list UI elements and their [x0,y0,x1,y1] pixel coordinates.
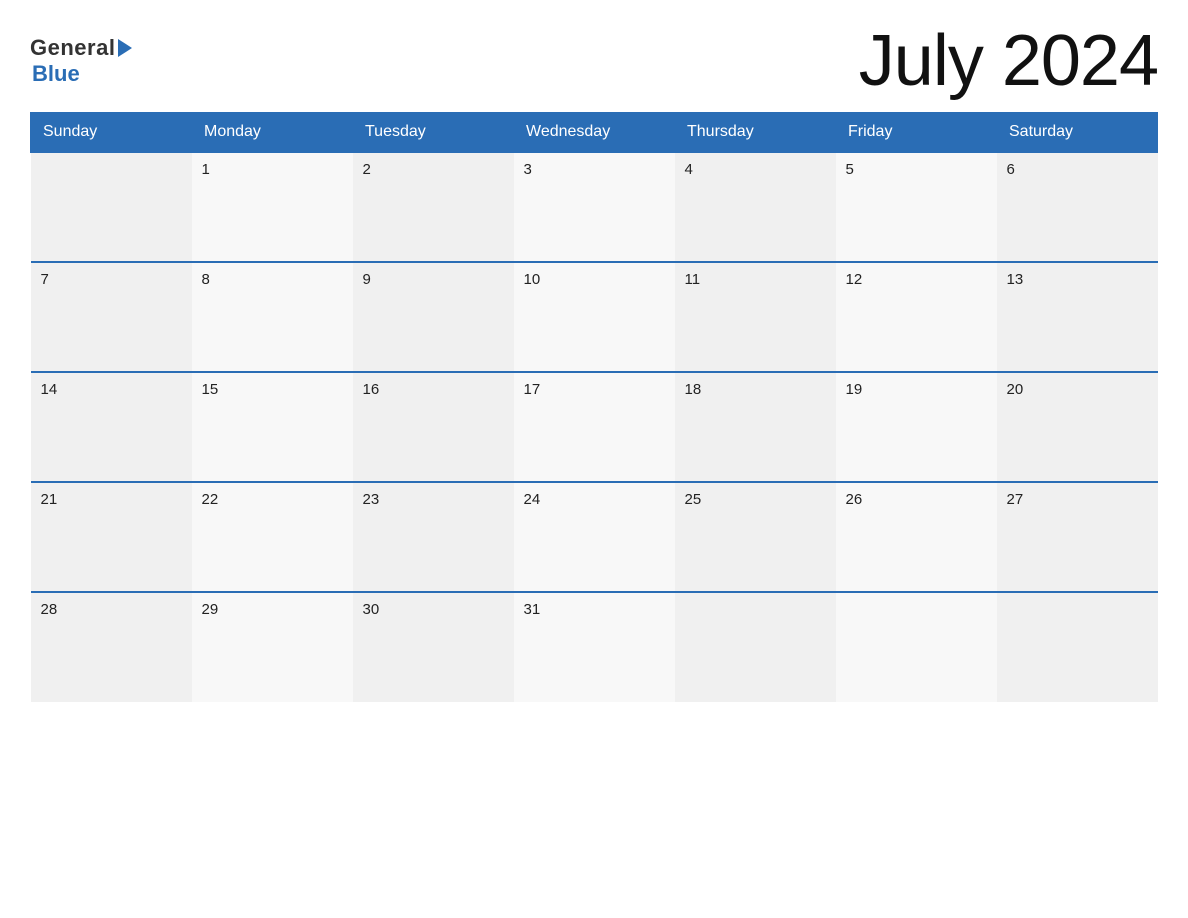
calendar-day-cell: 8 [192,262,353,372]
day-number: 4 [685,161,693,178]
day-number: 1 [202,161,210,178]
day-number: 6 [1007,161,1015,178]
header-tuesday: Tuesday [353,113,514,153]
logo-triangle-icon [118,39,132,57]
calendar-day-cell: 30 [353,592,514,702]
calendar-day-cell [836,592,997,702]
calendar-day-cell: 2 [353,152,514,262]
day-number: 2 [363,161,371,178]
day-number: 22 [202,491,219,508]
logo-blue-row: Blue [30,61,80,87]
calendar-day-cell: 15 [192,372,353,482]
calendar-table: Sunday Monday Tuesday Wednesday Thursday… [30,112,1158,702]
day-number: 26 [846,491,863,508]
calendar-day-cell: 11 [675,262,836,372]
day-number: 31 [524,601,541,618]
calendar-day-cell: 10 [514,262,675,372]
day-number: 17 [524,381,541,398]
month-title: July 2024 [859,20,1158,102]
calendar-day-cell: 21 [31,482,192,592]
calendar-day-cell: 3 [514,152,675,262]
day-number: 12 [846,271,863,288]
calendar-week-row: 7 8 9 10 11 12 13 [31,262,1158,372]
calendar-day-cell [31,152,192,262]
day-number: 8 [202,271,210,288]
calendar-week-row: 21 22 23 24 25 26 27 [31,482,1158,592]
day-number: 10 [524,271,541,288]
day-number: 30 [363,601,380,618]
page-header: General Blue July 2024 [30,20,1158,102]
logo-general-row: General [30,35,132,61]
day-number: 14 [41,381,58,398]
calendar-day-cell: 7 [31,262,192,372]
day-number: 5 [846,161,854,178]
day-number: 25 [685,491,702,508]
day-number: 9 [363,271,371,288]
day-number: 20 [1007,381,1024,398]
day-number: 13 [1007,271,1024,288]
header-saturday: Saturday [997,113,1158,153]
calendar-day-cell: 23 [353,482,514,592]
calendar-day-cell: 18 [675,372,836,482]
day-number: 21 [41,491,58,508]
logo: General Blue [30,35,132,87]
calendar-day-cell: 28 [31,592,192,702]
calendar-day-cell: 6 [997,152,1158,262]
calendar-day-cell: 20 [997,372,1158,482]
calendar-day-cell: 29 [192,592,353,702]
calendar-day-cell: 24 [514,482,675,592]
calendar-day-cell: 27 [997,482,1158,592]
calendar-day-cell: 17 [514,372,675,482]
weekday-header-row: Sunday Monday Tuesday Wednesday Thursday… [31,113,1158,153]
header-monday: Monday [192,113,353,153]
header-wednesday: Wednesday [514,113,675,153]
calendar-day-cell: 5 [836,152,997,262]
logo-general-text: General [30,35,115,61]
day-number: 18 [685,381,702,398]
calendar-day-cell: 12 [836,262,997,372]
calendar-day-cell: 9 [353,262,514,372]
calendar-day-cell: 19 [836,372,997,482]
header-sunday: Sunday [31,113,192,153]
logo-blue-text: Blue [32,61,80,87]
day-number: 3 [524,161,532,178]
day-number: 23 [363,491,380,508]
day-number: 15 [202,381,219,398]
calendar-day-cell: 13 [997,262,1158,372]
day-number: 24 [524,491,541,508]
calendar-day-cell [997,592,1158,702]
day-number: 16 [363,381,380,398]
calendar-day-cell [675,592,836,702]
calendar-day-cell: 16 [353,372,514,482]
day-number: 29 [202,601,219,618]
calendar-day-cell: 22 [192,482,353,592]
day-number: 28 [41,601,58,618]
header-thursday: Thursday [675,113,836,153]
calendar-week-row: 1 2 3 4 5 6 [31,152,1158,262]
calendar-day-cell: 4 [675,152,836,262]
day-number: 19 [846,381,863,398]
day-number: 27 [1007,491,1024,508]
day-number: 11 [685,271,701,288]
calendar-day-cell: 31 [514,592,675,702]
calendar-day-cell: 1 [192,152,353,262]
calendar-day-cell: 26 [836,482,997,592]
calendar-day-cell: 25 [675,482,836,592]
calendar-day-cell: 14 [31,372,192,482]
calendar-week-row: 28 29 30 31 [31,592,1158,702]
calendar-week-row: 14 15 16 17 18 19 20 [31,372,1158,482]
header-friday: Friday [836,113,997,153]
day-number: 7 [41,271,49,288]
